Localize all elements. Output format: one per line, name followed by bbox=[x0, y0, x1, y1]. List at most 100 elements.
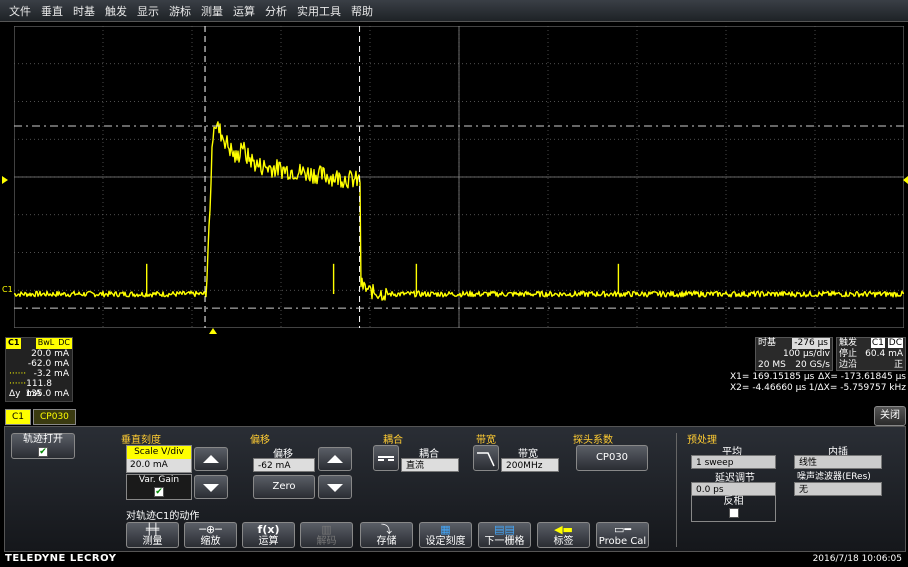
trigger-position-marker[interactable] bbox=[209, 328, 217, 334]
channel-label: C1 bbox=[6, 338, 22, 349]
trigger-level-marker[interactable] bbox=[2, 176, 8, 184]
tab-c1[interactable]: C1 bbox=[5, 409, 32, 425]
label-icon: ◀▬ bbox=[554, 523, 573, 536]
probe-button[interactable]: CP030 bbox=[576, 445, 648, 471]
info-row: ······ -3.2 mA bbox=[9, 369, 69, 379]
interpolation-field[interactable]: 线性 bbox=[794, 455, 882, 469]
next-grid-icon: ▤▤ bbox=[494, 523, 515, 536]
trigger-descriptor[interactable]: 触发 C1 DC 停止 60.4 mA 边沿 正 bbox=[836, 337, 906, 371]
invert-group[interactable]: 反相 bbox=[691, 495, 776, 522]
invert-checkbox[interactable] bbox=[728, 508, 739, 518]
trace-on-toggle[interactable]: 轨迹打开 ✔ bbox=[11, 433, 75, 459]
menu-vertical[interactable]: 垂直 bbox=[36, 3, 68, 19]
bandwidth-icon-button[interactable] bbox=[473, 445, 499, 471]
menu-file[interactable]: 文件 bbox=[4, 3, 36, 19]
timebase-offset: -276 µs bbox=[792, 338, 830, 349]
down-arrow-icon bbox=[203, 484, 219, 492]
down-arrow-icon bbox=[327, 484, 343, 492]
menu-measure[interactable]: 测量 bbox=[196, 3, 228, 19]
x1-value: 169.15185 µs bbox=[752, 372, 815, 382]
up-arrow-icon bbox=[327, 455, 343, 463]
label-button[interactable]: ◀▬ 标签 bbox=[537, 522, 590, 548]
var-gain-checkbox[interactable]: ✔ bbox=[154, 487, 164, 497]
trigger-source-badge: C1 bbox=[870, 338, 885, 348]
menu-utilities[interactable]: 实用工具 bbox=[292, 3, 346, 19]
datetime: 2016/7/18 10:06:05 bbox=[812, 554, 902, 564]
up-arrow-icon bbox=[203, 455, 219, 463]
store-button[interactable]: ⤵ 存储 bbox=[360, 522, 413, 548]
menu-analysis[interactable]: 分析 bbox=[260, 3, 292, 19]
offset-title: 偏移 bbox=[250, 435, 270, 446]
inv-dx-value: -5.759757 kHz bbox=[840, 383, 906, 393]
offset-down-button[interactable] bbox=[318, 475, 352, 499]
timebase-div: 100 µs/div bbox=[782, 349, 830, 359]
timebase-descriptor[interactable]: 时基 -276 µs 100 µs/div 20 MS 20 GS/s bbox=[755, 337, 833, 371]
channel-c1-descriptor[interactable]: C1 BwL DC 20.0 mA -62.0 mA ······ -3.2 mA… bbox=[5, 337, 73, 402]
scale-value: 20.0 mA bbox=[127, 459, 191, 472]
math-icon: f(x) bbox=[257, 523, 280, 536]
panel-divider bbox=[676, 433, 677, 547]
decode-icon: ▥ bbox=[321, 523, 332, 536]
info-row: 20.0 mA bbox=[31, 349, 69, 359]
bandwidth-icon bbox=[477, 452, 495, 467]
menu-trigger[interactable]: 触发 bbox=[100, 3, 132, 19]
menu-cursors[interactable]: 游标 bbox=[164, 3, 196, 19]
memory-depth: 20 MS bbox=[758, 360, 786, 370]
status-bar bbox=[0, 553, 908, 567]
zoom-icon: ─⊕─ bbox=[199, 523, 222, 536]
x2-value: -4.46660 µs bbox=[752, 383, 807, 393]
dc-coupling-icon bbox=[378, 456, 394, 461]
preprocess-title: 预处理 bbox=[687, 435, 717, 446]
sample-rate: 20 GS/s bbox=[795, 360, 830, 370]
probe-cal-button[interactable]: ▭━ Probe Cal bbox=[596, 522, 649, 548]
measure-button[interactable]: ╪╪ 测量 bbox=[126, 522, 179, 548]
scale-field[interactable]: Scale V/div 20.0 mA bbox=[126, 445, 192, 473]
vscale-title: 垂直刻度 bbox=[121, 435, 161, 446]
dc-badge: DC bbox=[56, 338, 72, 349]
menu-display[interactable]: 显示 bbox=[132, 3, 164, 19]
tab-cp030[interactable]: CP030 bbox=[33, 409, 76, 425]
channel-offset-marker[interactable]: C1 bbox=[2, 285, 13, 294]
noise-filter-field[interactable]: 无 bbox=[794, 482, 882, 496]
offset-up-button[interactable] bbox=[318, 447, 352, 471]
coupling-icon-button[interactable] bbox=[373, 445, 399, 471]
scale-up-button[interactable] bbox=[194, 447, 228, 471]
cursor-readout: X1= 169.15185 µs ΔX= -173.61845 µs X2= -4… bbox=[730, 372, 906, 393]
coupling-field[interactable]: 直流 bbox=[401, 458, 459, 472]
deskew-field[interactable]: 0.0 ps bbox=[691, 482, 776, 496]
trigger-slope: 正 bbox=[893, 360, 903, 370]
var-gain-field[interactable]: Var. Gain ✔ bbox=[126, 474, 192, 500]
info-row: -62.0 mA bbox=[27, 359, 69, 369]
next-grid-button[interactable]: ▤▤ 下一栅格 bbox=[478, 522, 531, 548]
bandwidth-field[interactable]: 200MHz bbox=[501, 458, 559, 472]
store-icon: ⤵ bbox=[381, 523, 392, 536]
close-button[interactable]: 关闭 bbox=[874, 406, 906, 426]
trigger-level: 60.4 mA bbox=[865, 349, 903, 359]
scale-down-button[interactable] bbox=[194, 475, 228, 499]
trigger-coupling-badge: DC bbox=[887, 338, 903, 348]
waveform-display[interactable] bbox=[14, 26, 904, 328]
probe-icon: ▭━ bbox=[613, 523, 631, 536]
probe-title: 探头系数 bbox=[573, 435, 613, 446]
waveform-grid[interactable] bbox=[14, 26, 904, 328]
rescale-icon: ▦ bbox=[440, 523, 451, 536]
channel-setup-dialog: 轨迹打开 ✔ 垂直刻度 Scale V/div 20.0 mA Var. Gai… bbox=[4, 426, 906, 552]
trigger-mode: 停止 bbox=[839, 349, 858, 359]
info-row: Δy 135.0 mA bbox=[9, 389, 69, 399]
offset-field[interactable]: -62 mA bbox=[253, 458, 315, 472]
zero-button[interactable]: Zero bbox=[253, 475, 315, 499]
menu-help[interactable]: 帮助 bbox=[346, 3, 378, 19]
dialog-tabs: C1 CP030 bbox=[5, 409, 76, 426]
trace-on-checkbox[interactable]: ✔ bbox=[38, 447, 48, 457]
info-row: ······ 111.8 mA bbox=[9, 379, 52, 399]
rescale-button[interactable]: ▦ 设定刻度 bbox=[419, 522, 472, 548]
actions-title: 对轨迹C1的动作 bbox=[126, 511, 200, 522]
average-field[interactable]: 1 sweep bbox=[691, 455, 776, 469]
trigger-level-marker-right[interactable] bbox=[903, 176, 908, 184]
math-button[interactable]: f(x) 运算 bbox=[242, 522, 295, 548]
bandwidth-title: 带宽 bbox=[476, 435, 496, 446]
menu-math[interactable]: 运算 bbox=[228, 3, 260, 19]
zoom-button[interactable]: ─⊕─ 缩放 bbox=[184, 522, 237, 548]
menu-timebase[interactable]: 时基 bbox=[68, 3, 100, 19]
decode-button[interactable]: ▥ 解码 bbox=[300, 522, 353, 548]
